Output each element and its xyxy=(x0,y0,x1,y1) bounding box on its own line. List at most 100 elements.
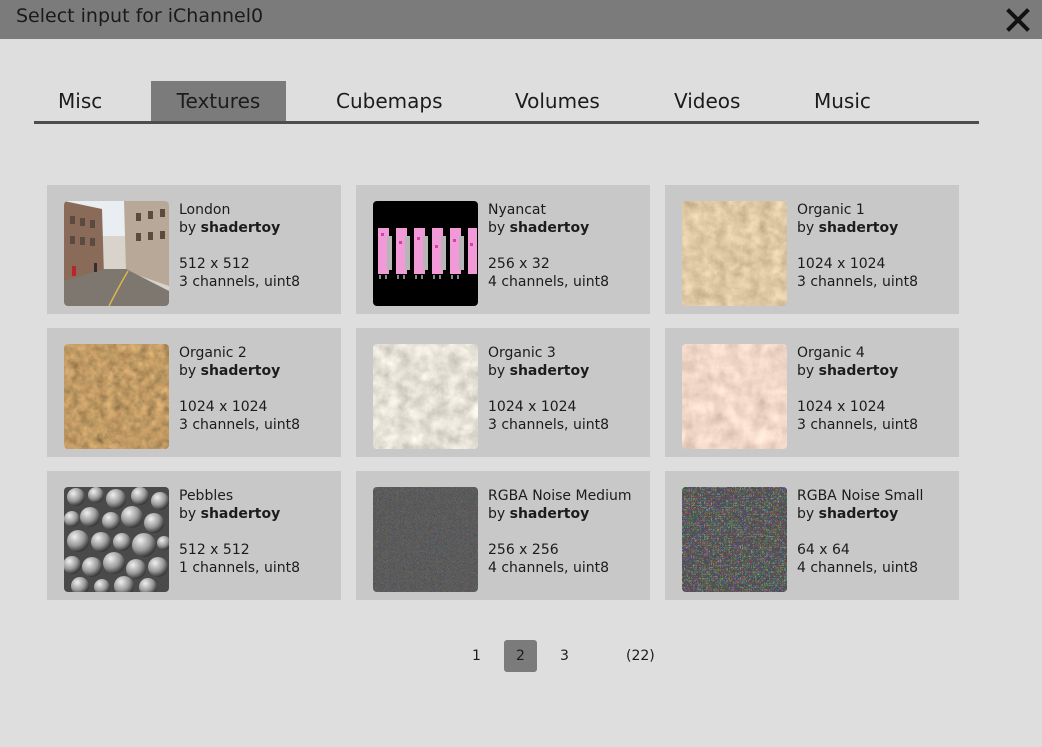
texture-author: shadertoy xyxy=(200,220,281,236)
texture-info: RGBA Noise Small by shadertoy 64 x 64 4 … xyxy=(797,487,923,577)
texture-author: shadertoy xyxy=(509,506,590,522)
texture-author: shadertoy xyxy=(818,220,899,236)
texture-format: 3 channels, uint8 xyxy=(797,274,918,290)
texture-name: Organic 1 xyxy=(797,202,865,218)
by-label: by xyxy=(179,220,197,236)
organic-3-thumbnail xyxy=(373,344,478,449)
by-label: by xyxy=(797,363,815,379)
page-1-button[interactable]: 1 xyxy=(460,640,493,672)
texture-name: RGBA Noise Medium xyxy=(488,488,632,504)
texture-card-rgba-noise-medium[interactable]: RGBA Noise Medium by shadertoy 256 x 256… xyxy=(356,471,650,600)
tab-videos[interactable]: Videos xyxy=(674,81,740,121)
by-label: by xyxy=(179,506,197,522)
texture-author-line: by shadertoy xyxy=(179,505,300,523)
texture-author-line: by shadertoy xyxy=(179,362,300,380)
texture-format: 3 channels, uint8 xyxy=(797,417,918,433)
texture-size: 1024 x 1024 xyxy=(488,399,577,415)
texture-name: Organic 2 xyxy=(179,345,247,361)
organic-1-thumbnail xyxy=(682,201,787,306)
texture-format: 1 channels, uint8 xyxy=(179,560,300,576)
page-2-button[interactable]: 2 xyxy=(504,640,537,672)
texture-info: Pebbles by shadertoy 512 x 512 1 channel… xyxy=(179,487,300,577)
texture-format: 4 channels, uint8 xyxy=(797,560,918,576)
texture-info: London by shadertoy 512 x 512 3 channels… xyxy=(179,201,300,291)
pebbles-thumbnail xyxy=(64,487,169,592)
texture-format: 4 channels, uint8 xyxy=(488,274,609,290)
texture-format: 3 channels, uint8 xyxy=(179,274,300,290)
texture-author-line: by shadertoy xyxy=(797,505,923,523)
texture-info: Nyancat by shadertoy 256 x 32 4 channels… xyxy=(488,201,609,291)
rgba-noise-medium-thumbnail xyxy=(373,487,478,592)
tab-textures[interactable]: Textures xyxy=(151,81,286,121)
texture-info: Organic 4 by shadertoy 1024 x 1024 3 cha… xyxy=(797,344,918,434)
by-label: by xyxy=(488,506,506,522)
organic-2-thumbnail xyxy=(64,344,169,449)
by-label: by xyxy=(797,220,815,236)
dialog-title: Select input for iChannel0 xyxy=(16,5,264,27)
close-icon[interactable] xyxy=(1004,6,1032,34)
texture-name: London xyxy=(179,202,231,218)
page-3-button[interactable]: 3 xyxy=(548,640,581,672)
texture-author-line: by shadertoy xyxy=(488,505,631,523)
by-label: by xyxy=(488,363,506,379)
category-tabs: Misc Textures Cubemaps Volumes Videos Mu… xyxy=(34,81,979,124)
texture-author: shadertoy xyxy=(200,506,281,522)
organic-4-thumbnail xyxy=(682,344,787,449)
tab-misc[interactable]: Misc xyxy=(58,81,102,121)
texture-card-rgba-noise-small[interactable]: RGBA Noise Small by shadertoy 64 x 64 4 … xyxy=(665,471,959,600)
texture-name: Nyancat xyxy=(488,202,546,218)
texture-size: 1024 x 1024 xyxy=(179,399,268,415)
texture-card-organic-1[interactable]: Organic 1 by shadertoy 1024 x 1024 3 cha… xyxy=(665,185,959,314)
page-total: (22) xyxy=(626,648,655,664)
texture-name: Organic 3 xyxy=(488,345,556,361)
texture-size: 1024 x 1024 xyxy=(797,399,886,415)
texture-card-organic-2[interactable]: Organic 2 by shadertoy 1024 x 1024 3 cha… xyxy=(47,328,341,457)
texture-name: Pebbles xyxy=(179,488,234,504)
texture-card-organic-4[interactable]: Organic 4 by shadertoy 1024 x 1024 3 cha… xyxy=(665,328,959,457)
texture-size: 512 x 512 xyxy=(179,542,250,558)
texture-author: shadertoy xyxy=(509,363,590,379)
nyancat-thumbnail xyxy=(373,201,478,306)
texture-info: Organic 3 by shadertoy 1024 x 1024 3 cha… xyxy=(488,344,609,434)
texture-format: 4 channels, uint8 xyxy=(488,560,609,576)
texture-info: RGBA Noise Medium by shadertoy 256 x 256… xyxy=(488,487,631,577)
tab-cubemaps[interactable]: Cubemaps xyxy=(336,81,443,121)
texture-info: Organic 1 by shadertoy 1024 x 1024 3 cha… xyxy=(797,201,918,291)
dialog-titlebar: Select input for iChannel0 xyxy=(0,0,1042,39)
texture-card-organic-3[interactable]: Organic 3 by shadertoy 1024 x 1024 3 cha… xyxy=(356,328,650,457)
texture-author: shadertoy xyxy=(200,363,281,379)
texture-name: Organic 4 xyxy=(797,345,865,361)
london-thumbnail xyxy=(64,201,169,306)
texture-format: 3 channels, uint8 xyxy=(179,417,300,433)
by-label: by xyxy=(488,220,506,236)
texture-author-line: by shadertoy xyxy=(797,219,918,237)
texture-card-nyancat[interactable]: Nyancat by shadertoy 256 x 32 4 channels… xyxy=(356,185,650,314)
texture-card-pebbles[interactable]: Pebbles by shadertoy 512 x 512 1 channel… xyxy=(47,471,341,600)
texture-card-london[interactable]: London by shadertoy 512 x 512 3 channels… xyxy=(47,185,341,314)
texture-author: shadertoy xyxy=(509,220,590,236)
texture-size: 64 x 64 xyxy=(797,542,850,558)
by-label: by xyxy=(797,506,815,522)
texture-author: shadertoy xyxy=(818,363,899,379)
texture-size: 512 x 512 xyxy=(179,256,250,272)
select-input-dialog: Select input for iChannel0 Misc Textures… xyxy=(0,0,1042,747)
by-label: by xyxy=(179,363,197,379)
texture-size: 256 x 32 xyxy=(488,256,550,272)
texture-author: shadertoy xyxy=(818,506,899,522)
texture-format: 3 channels, uint8 xyxy=(488,417,609,433)
tab-music[interactable]: Music xyxy=(814,81,871,121)
tab-volumes[interactable]: Volumes xyxy=(515,81,600,121)
texture-author-line: by shadertoy xyxy=(488,219,609,237)
texture-author-line: by shadertoy xyxy=(797,362,918,380)
texture-name: RGBA Noise Small xyxy=(797,488,924,504)
texture-author-line: by shadertoy xyxy=(488,362,609,380)
